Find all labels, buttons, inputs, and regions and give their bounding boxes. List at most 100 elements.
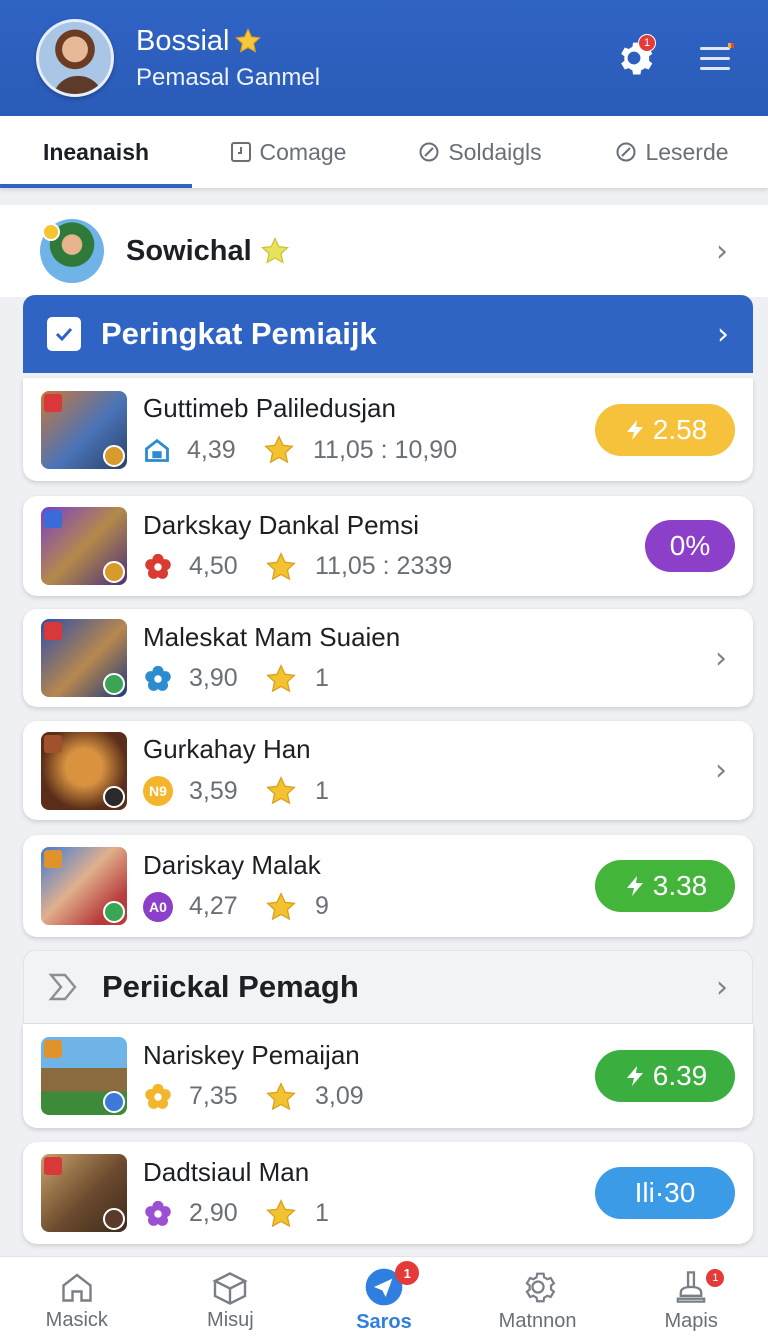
chevron-right-icon: ›	[716, 233, 728, 269]
list-item[interactable]: Darkskay Dankal Pemsi 4,50 11,05 : 2339 …	[23, 496, 753, 596]
pill-value: 3.38	[652, 870, 708, 901]
pill-value: Ili·30	[634, 1177, 696, 1208]
item-rating: 3,90	[189, 664, 238, 692]
item-rating: 4,39	[187, 435, 236, 464]
section-title: Peringkat Pemiaijk	[101, 316, 377, 351]
item-info: Darkskay Dankal Pemsi 4,50 11,05 : 2339	[143, 510, 645, 583]
list-item[interactable]: Dariskay Malak A0 4,27 9 3.38	[23, 835, 753, 937]
tab-comage[interactable]: Comage	[192, 116, 384, 188]
flower-icon	[145, 665, 171, 691]
featured-title: Sowichal	[126, 234, 252, 267]
section-header-rank[interactable]: Peringkat Pemiaijk ›	[23, 295, 753, 373]
list-item[interactable]: Gurkahay Han N9 3,59 1 ›	[23, 721, 753, 820]
chevron-right-icon: ›	[715, 640, 727, 676]
game-thumbnail	[41, 619, 127, 697]
nav-matnnon[interactable]: Matnnon	[461, 1257, 615, 1344]
badge-icon	[103, 785, 125, 808]
star-icon	[264, 435, 294, 464]
flower-icon	[145, 553, 171, 579]
tab-label: Soldaigls	[448, 138, 542, 165]
level-badge: N9	[143, 776, 173, 806]
tab-leserde[interactable]: Leserde	[576, 116, 768, 188]
item-value: 1	[315, 1199, 329, 1227]
score-pill[interactable]: Ili·30	[595, 1167, 735, 1219]
nav-label: Matnnon	[498, 1310, 577, 1332]
badge-icon	[103, 901, 125, 923]
item-meta: 4,39 11,05 : 10,90	[143, 434, 595, 466]
score-pill[interactable]: 3.38	[595, 860, 735, 912]
tag-icon	[44, 510, 62, 528]
featured-title-row: Sowichal	[126, 235, 716, 268]
square-clock-icon	[230, 142, 251, 162]
list-item[interactable]: Dadtsiaul Man 2,90 1 Ili·30	[23, 1142, 753, 1244]
item-meta: A0 4,27 9	[143, 891, 595, 923]
pill-value: 0%	[669, 530, 711, 561]
item-title: Nariskey Pemaijan	[143, 1039, 360, 1070]
pill-value: 2.58	[652, 413, 708, 445]
user-name-row: Bossial	[136, 25, 580, 58]
featured-item[interactable]: Sowichal ›	[0, 205, 768, 297]
house-icon	[145, 438, 169, 462]
notification-badge: 1	[638, 34, 656, 52]
user-name: Bossial	[136, 24, 230, 57]
user-subtitle: Pemasal Ganmel	[136, 63, 321, 91]
item-value: 1	[315, 664, 329, 692]
settings-button[interactable]: 1	[606, 30, 662, 86]
checkbox-checked-icon[interactable]	[47, 317, 81, 351]
star-icon	[266, 891, 296, 920]
list-item[interactable]: Guttimeb Paliledusjan 4,39 11,05 : 10,90…	[23, 378, 753, 481]
item-rating: 7,35	[189, 1082, 238, 1110]
bottom-nav: Masick Misuj Saros 1 Matnnon Mapis 1	[0, 1256, 768, 1344]
hamburger-icon	[700, 43, 734, 70]
tag-icon	[44, 393, 62, 412]
nav-mapis[interactable]: Mapis 1	[614, 1257, 768, 1344]
item-rating: 4,50	[189, 552, 238, 580]
item-title: Maleskat Mam Suaien	[143, 621, 401, 652]
menu-button[interactable]	[688, 30, 744, 86]
app-header: Bossial Pemasal Ganmel 1	[0, 0, 768, 116]
pill-value: 6.39	[652, 1060, 708, 1091]
tab-bar: Ineanaish Comage Soldaigls Leserde	[0, 116, 768, 188]
chevron-right-icon: ›	[715, 753, 727, 788]
score-pill[interactable]: 2.58	[595, 403, 735, 456]
game-thumbnail	[41, 847, 127, 925]
list-item[interactable]: Nariskey Pemaijan 7,35 3,09 6.39	[23, 1024, 753, 1128]
badge-icon	[103, 561, 125, 583]
star-icon	[266, 551, 296, 580]
game-thumbnail	[41, 507, 127, 585]
tab-soldaigls[interactable]: Soldaigls	[384, 116, 576, 188]
item-value: 9	[315, 892, 329, 920]
tab-label: Ineanaish	[42, 138, 150, 165]
user-avatar[interactable]	[36, 19, 114, 97]
tag-icon	[44, 1040, 62, 1058]
notification-badge: 1	[395, 1261, 420, 1285]
section-title: Periickal Pemagh	[102, 969, 359, 1004]
tab-ineanaish[interactable]: Ineanaish	[0, 116, 192, 188]
score-pill[interactable]: 6.39	[595, 1050, 735, 1102]
item-value: 11,05 : 2339	[315, 552, 453, 580]
chevron-right-icon: ›	[716, 969, 728, 1005]
item-rating: 3,59	[189, 776, 238, 805]
tab-label: Comage	[259, 138, 347, 165]
chevron-right-icon: ›	[717, 316, 729, 352]
item-meta: N9 3,59 1	[143, 775, 715, 807]
notification-badge: 1	[706, 1269, 725, 1287]
nav-masick[interactable]: Masick	[0, 1257, 154, 1344]
item-title: Darkskay Dankal Pemsi	[143, 509, 419, 540]
section-header-periickal[interactable]: Periickal Pemagh ›	[23, 950, 753, 1024]
nav-misuj[interactable]: Misuj	[154, 1257, 308, 1344]
star-icon	[266, 1081, 296, 1110]
badge-icon	[103, 1208, 125, 1230]
tag-icon	[44, 622, 62, 640]
item-info: Maleskat Mam Suaien 3,90 1	[143, 622, 715, 695]
featured-thumbnail	[40, 219, 104, 283]
nav-saros[interactable]: Saros 1	[307, 1257, 461, 1344]
item-title: Guttimeb Paliledusjan	[143, 393, 396, 423]
coin-icon	[42, 223, 60, 241]
list-item[interactable]: Maleskat Mam Suaien 3,90 1 ›	[23, 609, 753, 707]
item-title: Gurkahay Han	[143, 734, 311, 764]
home-icon	[62, 1273, 92, 1302]
score-pill[interactable]: 0%	[645, 520, 735, 572]
item-info: Gurkahay Han N9 3,59 1	[143, 734, 715, 807]
nav-label: Misuj	[207, 1309, 254, 1331]
